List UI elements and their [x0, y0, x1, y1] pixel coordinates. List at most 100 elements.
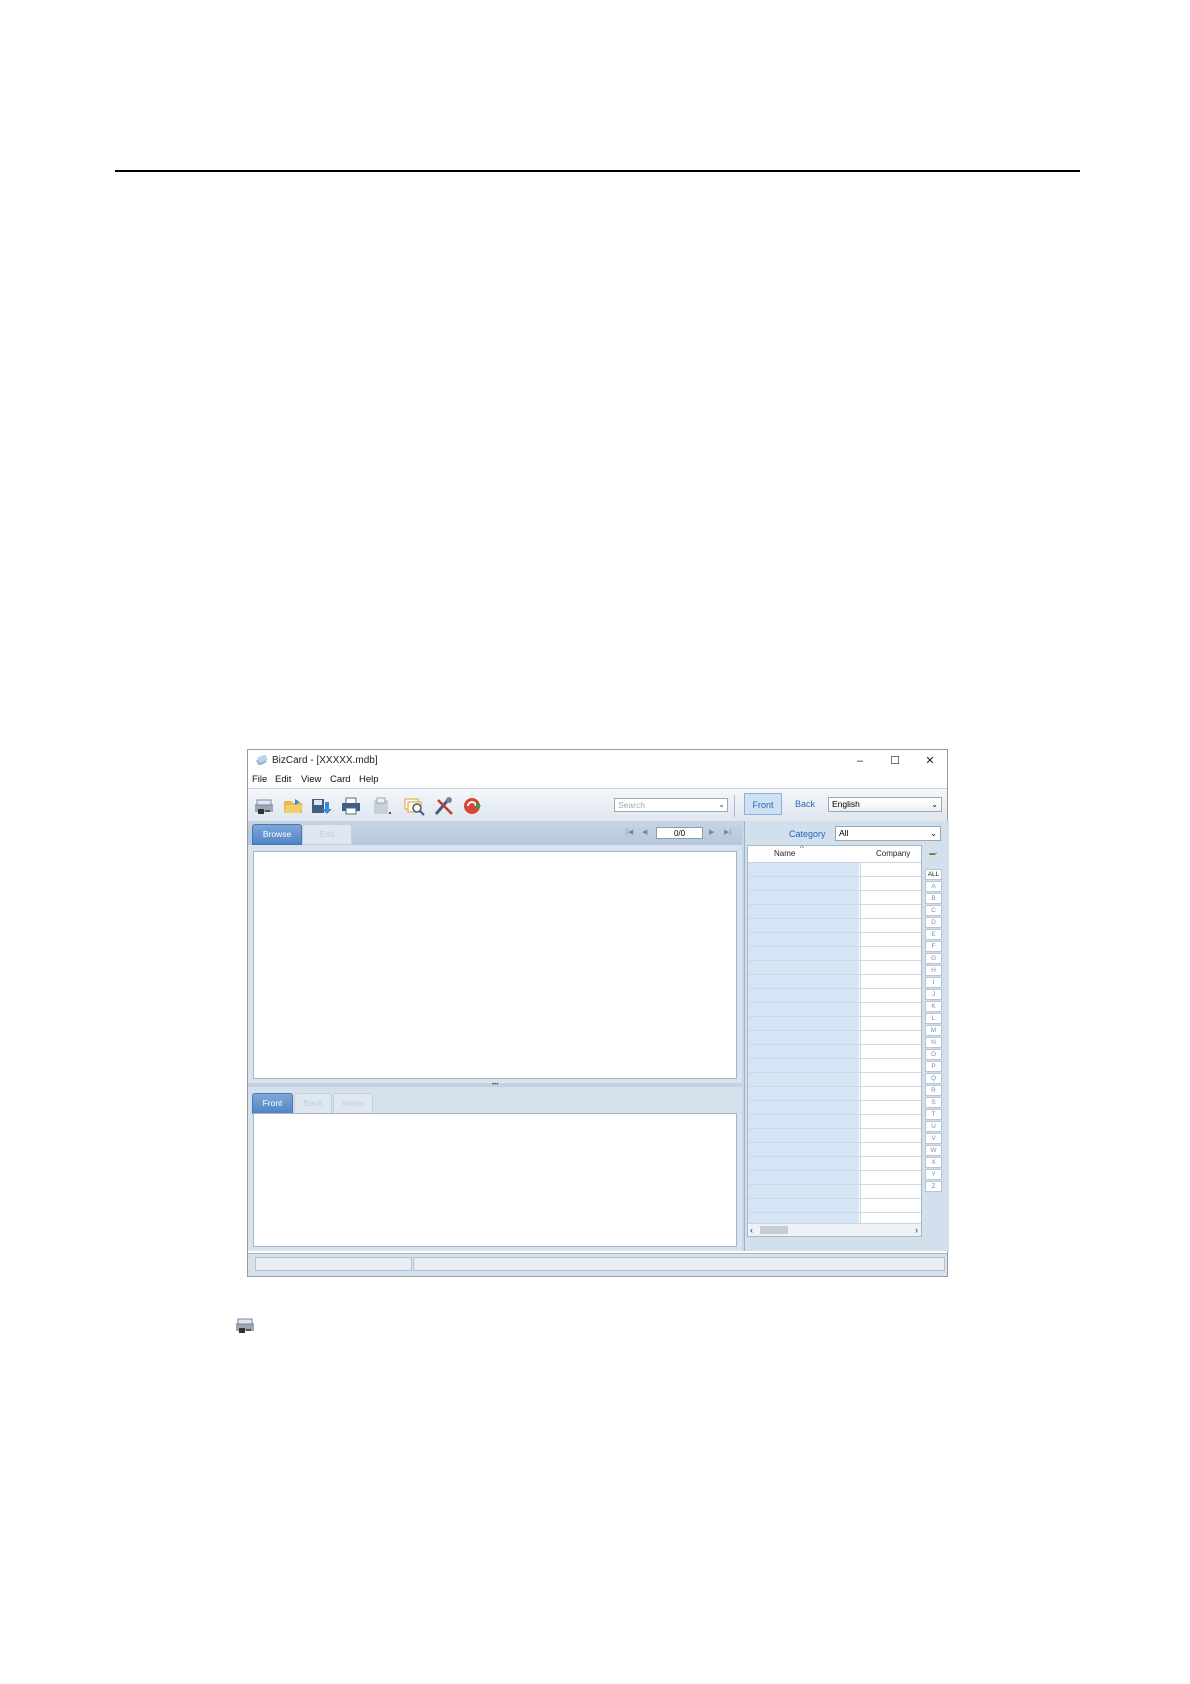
- alpha-index-e[interactable]: E: [925, 929, 942, 940]
- cell-name[interactable]: [748, 1087, 859, 1100]
- menu-card[interactable]: Card: [330, 774, 351, 785]
- table-row[interactable]: [748, 1059, 921, 1073]
- first-page-button[interactable]: |◀: [626, 828, 633, 836]
- alpha-index-j[interactable]: J: [925, 989, 942, 1000]
- table-row[interactable]: [748, 1185, 921, 1199]
- language-select[interactable]: English ⌄: [828, 797, 942, 812]
- view-front-button[interactable]: Front: [744, 793, 782, 815]
- alpha-index-s[interactable]: S: [925, 1097, 942, 1108]
- cell-company[interactable]: [860, 891, 921, 904]
- alpha-index-a[interactable]: A: [925, 881, 942, 892]
- cell-company[interactable]: [860, 863, 921, 876]
- cell-name[interactable]: [748, 989, 859, 1002]
- alpha-index-v[interactable]: V: [925, 1133, 942, 1144]
- table-row[interactable]: [748, 1031, 921, 1045]
- alpha-index-l[interactable]: L: [925, 1013, 942, 1024]
- cell-name[interactable]: [748, 891, 859, 904]
- column-header-name[interactable]: Name: [774, 849, 795, 858]
- cell-company[interactable]: [860, 1101, 921, 1114]
- table-row[interactable]: [748, 1143, 921, 1157]
- alpha-index-p[interactable]: P: [925, 1061, 942, 1072]
- cell-company[interactable]: [860, 989, 921, 1002]
- cell-name[interactable]: [748, 1199, 859, 1212]
- cell-name[interactable]: [748, 1115, 859, 1128]
- maximize-button[interactable]: ☐: [882, 753, 908, 769]
- table-row[interactable]: [748, 863, 921, 877]
- table-row[interactable]: [748, 891, 921, 905]
- cell-company[interactable]: [860, 961, 921, 974]
- cell-name[interactable]: [748, 1031, 859, 1044]
- alpha-index-k[interactable]: K: [925, 1001, 942, 1012]
- tab-edit[interactable]: Edit: [302, 824, 352, 845]
- close-button[interactable]: ✕: [917, 753, 943, 769]
- table-row[interactable]: [748, 947, 921, 961]
- tab-notes[interactable]: Notes: [333, 1093, 373, 1114]
- alpha-index-t[interactable]: T: [925, 1109, 942, 1120]
- alpha-index-y[interactable]: Y: [925, 1169, 942, 1180]
- cell-company[interactable]: [860, 1003, 921, 1016]
- cell-company[interactable]: [860, 1157, 921, 1170]
- table-row[interactable]: [748, 1003, 921, 1017]
- cell-name[interactable]: [748, 1143, 859, 1156]
- minimize-button[interactable]: –: [847, 753, 873, 769]
- alpha-index-h[interactable]: H: [925, 965, 942, 976]
- cell-name[interactable]: [748, 1171, 859, 1184]
- table-row[interactable]: [748, 1073, 921, 1087]
- alpha-index-z[interactable]: Z: [925, 1181, 942, 1192]
- cell-company[interactable]: [860, 1199, 921, 1212]
- table-row[interactable]: [748, 1129, 921, 1143]
- table-row[interactable]: [748, 961, 921, 975]
- card-detail-area[interactable]: [253, 1113, 737, 1247]
- tools-icon[interactable]: [433, 796, 455, 816]
- cell-name[interactable]: [748, 919, 859, 932]
- print-icon[interactable]: [340, 796, 362, 816]
- table-row[interactable]: [748, 1199, 921, 1213]
- table-row[interactable]: [748, 933, 921, 947]
- cell-company[interactable]: [860, 1185, 921, 1198]
- cell-company[interactable]: [860, 877, 921, 890]
- card-list-grid[interactable]: ^ Name Company ‹ ›: [747, 845, 922, 1237]
- cell-company[interactable]: [860, 1143, 921, 1156]
- next-page-button[interactable]: ▶: [709, 828, 714, 836]
- prev-page-button[interactable]: ◀: [642, 828, 647, 836]
- cell-company[interactable]: [860, 905, 921, 918]
- cell-company[interactable]: [860, 919, 921, 932]
- alpha-index-c[interactable]: C: [925, 905, 942, 916]
- browse-card-area[interactable]: [253, 851, 737, 1079]
- scan-icon[interactable]: [253, 796, 275, 816]
- alpha-index-x[interactable]: X: [925, 1157, 942, 1168]
- alpha-index-b[interactable]: B: [925, 893, 942, 904]
- cell-company[interactable]: [860, 1087, 921, 1100]
- cell-name[interactable]: [748, 1185, 859, 1198]
- scroll-left-icon[interactable]: ‹: [750, 1224, 753, 1236]
- alpha-index-m[interactable]: M: [925, 1025, 942, 1036]
- alpha-index-o[interactable]: O: [925, 1049, 942, 1060]
- alpha-index-w[interactable]: W: [925, 1145, 942, 1156]
- cell-company[interactable]: [860, 933, 921, 946]
- save-export-icon[interactable]: [310, 796, 332, 816]
- sync-icon[interactable]: [462, 796, 484, 816]
- cell-company[interactable]: [860, 975, 921, 988]
- column-header-company[interactable]: Company: [876, 849, 910, 858]
- cell-company[interactable]: [860, 1031, 921, 1044]
- cell-name[interactable]: [748, 961, 859, 974]
- alpha-index-u[interactable]: U: [925, 1121, 942, 1132]
- table-row[interactable]: [748, 1101, 921, 1115]
- card-view-toggle-icon[interactable]: ▬▫: [925, 851, 942, 862]
- cell-name[interactable]: [748, 1073, 859, 1086]
- scroll-right-icon[interactable]: ›: [915, 1224, 918, 1236]
- table-row[interactable]: [748, 877, 921, 891]
- alpha-index-q[interactable]: Q: [925, 1073, 942, 1084]
- table-row[interactable]: [748, 1157, 921, 1171]
- cell-company[interactable]: [860, 947, 921, 960]
- table-row[interactable]: [748, 1171, 921, 1185]
- menu-edit[interactable]: Edit: [275, 774, 291, 785]
- cell-name[interactable]: [748, 1045, 859, 1058]
- menu-help[interactable]: Help: [359, 774, 379, 785]
- cell-name[interactable]: [748, 1129, 859, 1142]
- tab-front[interactable]: Front: [252, 1093, 293, 1114]
- scrollbar-thumb[interactable]: [760, 1226, 788, 1234]
- cell-name[interactable]: [748, 1003, 859, 1016]
- cell-company[interactable]: [860, 1073, 921, 1086]
- last-page-button[interactable]: ▶|: [724, 828, 731, 836]
